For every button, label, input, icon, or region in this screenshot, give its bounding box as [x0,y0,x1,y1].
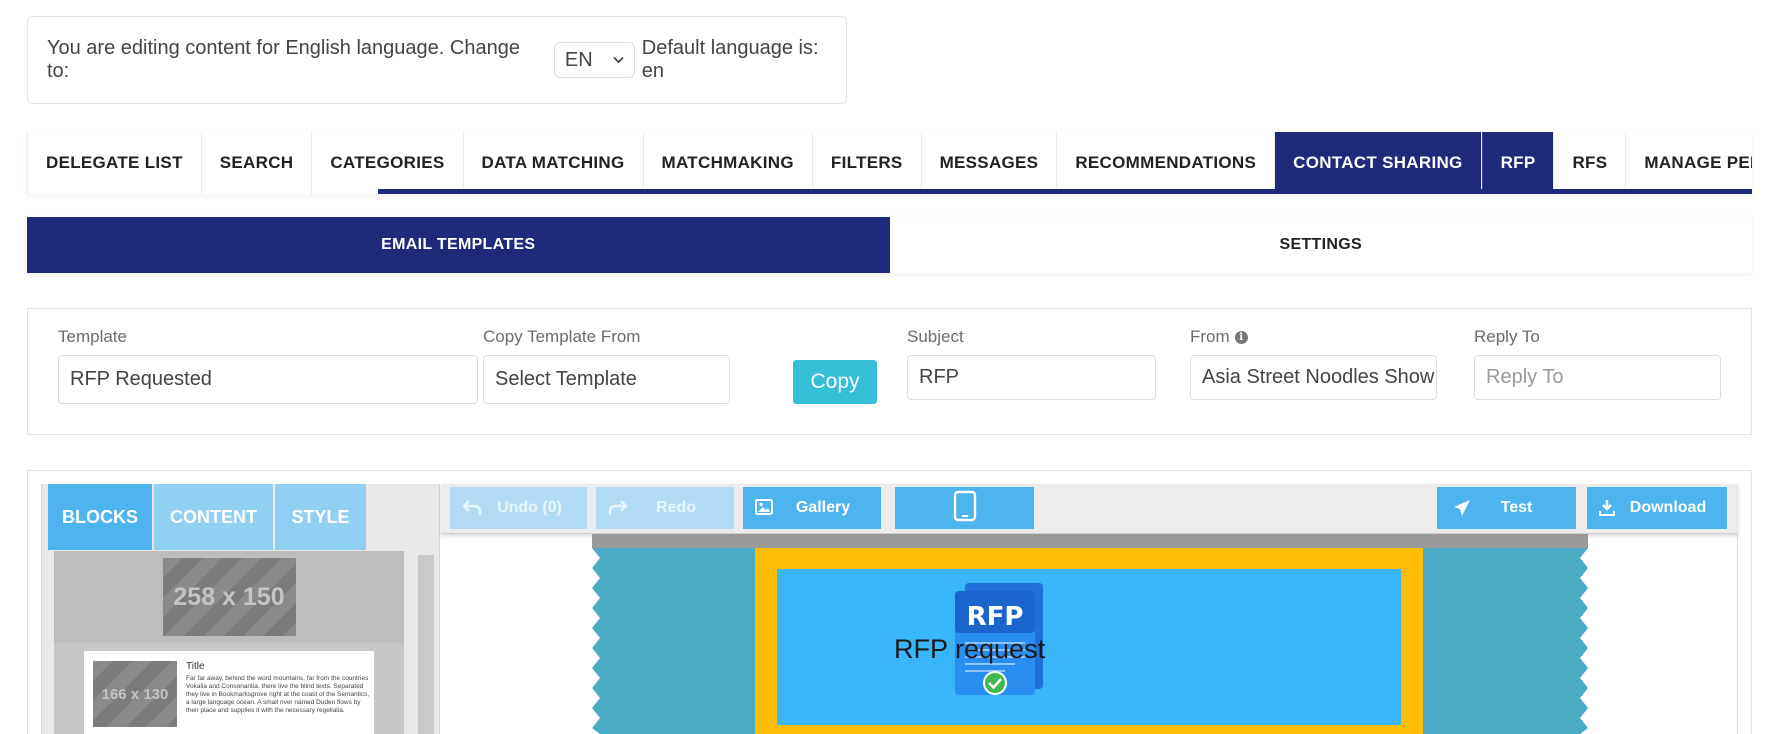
panel-tab-style[interactable]: STYLE [275,484,366,550]
panel-tab-blocks[interactable]: BLOCKS [48,484,152,550]
tabs-underline [378,189,1752,194]
language-select-value: EN [564,48,593,71]
gallery-button[interactable]: Gallery [743,487,881,529]
template-select[interactable]: RFP Requested [58,355,478,404]
from-field: From i Asia Street Noodles Show [1190,327,1437,400]
from-label: From [1190,327,1230,346]
template-label: Template [58,327,127,346]
template-field: Template RFP Requested [58,327,478,404]
info-icon[interactable]: i [1234,330,1248,344]
redo-button[interactable]: Redo [596,487,734,529]
rfp-icon-label: RFP [967,602,1024,632]
panel-tabs: BLOCKS CONTENT STYLE [48,484,368,550]
tab-rfs[interactable]: RFS [1554,132,1627,194]
image-icon [755,499,773,520]
tab-rfp[interactable]: RFP [1481,132,1555,194]
reply-to-label: Reply To [1474,327,1540,346]
email-heading: RFP request [894,634,1046,664]
tab-contact-sharing[interactable]: CONTACT SHARING [1275,132,1482,194]
tab-categories[interactable]: CATEGORIES [312,132,464,194]
block-image-only[interactable]: 258 x 150 [54,551,404,643]
undo-label: Undo (0) [497,499,562,516]
subject-field: Subject RFP [907,327,1156,400]
copy-from-label: Copy Template From [483,327,641,346]
subtab-settings[interactable]: SETTINGS [889,217,1752,273]
editor-toolbar: Undo (0) Redo Gallery Test Download [441,484,1738,534]
tab-filters[interactable]: FILTERS [813,132,922,194]
download-icon [1599,499,1615,521]
editor-left-panel: BLOCKS CONTENT STYLE 258 x 150 166 x 130… [41,484,440,734]
subtab-email-templates[interactable]: EMAIL TEMPLATES [27,217,890,273]
language-select[interactable]: EN [553,42,635,78]
subject-input[interactable]: RFP [907,355,1156,400]
download-label: Download [1629,499,1707,516]
copy-from-field: Copy Template From Select Template [483,327,730,404]
email-top-strip [592,534,1588,548]
paper-plane-icon [1453,499,1471,522]
from-input[interactable]: Asia Street Noodles Show [1190,355,1437,400]
image-placeholder: 258 x 150 [162,558,296,636]
tab-data-matching[interactable]: DATA MATCHING [464,132,644,194]
tab-messages[interactable]: MESSAGES [922,132,1058,194]
chevron-down-icon [613,53,624,67]
tab-recommendations[interactable]: RECOMMENDATIONS [1057,132,1276,194]
reply-to-field: Reply To Reply To [1474,327,1721,400]
zigzag-right-edge [1580,548,1588,734]
sub-tabs: EMAIL TEMPLATES SETTINGS [27,217,1752,273]
undo-button[interactable]: Undo (0) [450,487,587,529]
subject-label: Subject [907,327,964,346]
tab-manage-permissions[interactable]: MANAGE PERMISSIONS [1626,132,1752,194]
undo-icon [462,499,482,522]
redo-icon [608,499,628,522]
tablet-icon [953,490,977,527]
copy-from-select[interactable]: Select Template [483,355,730,404]
block-image-text[interactable]: 166 x 130 Title Far far away, behind the… [84,651,374,734]
reply-to-input[interactable]: Reply To [1474,355,1721,400]
language-message: You are editing content for English lang… [47,37,520,82]
zigzag-left-edge [592,548,600,734]
gallery-label: Gallery [795,499,851,516]
block-list: 258 x 150 166 x 130 Title Far far away, … [54,551,404,734]
language-bar: You are editing content for English lang… [27,16,847,104]
default-language-text: Default language is: en [641,37,819,82]
block-list-scrollbar[interactable] [418,555,434,734]
from-label-wrap: From i [1190,327,1437,347]
main-tabs: G DELEGATE LIST SEARCH CATEGORIES DATA M… [27,132,1752,194]
tab-matchmaking[interactable]: MATCHMAKING [644,132,813,194]
image-placeholder: 166 x 130 [93,661,177,727]
copy-button[interactable]: Copy [793,360,877,404]
block-text: Far far away, behind the word mountains,… [186,675,370,714]
tab-delegate-list[interactable]: DELEGATE LIST [28,132,202,194]
block-title: Title [186,661,205,672]
download-button[interactable]: Download [1587,487,1727,529]
test-label: Test [1500,499,1533,516]
email-header-block[interactable]: RFP [777,569,1401,725]
panel-tab-content[interactable]: CONTENT [154,484,273,550]
test-button[interactable]: Test [1437,487,1576,529]
mobile-preview-button[interactable] [895,487,1034,529]
tab-search[interactable]: SEARCH [202,132,313,194]
redo-label: Redo [656,499,696,516]
email-preview: RFP RFP request [592,534,1588,734]
template-form: Template RFP Requested Copy Template Fro… [27,308,1752,435]
